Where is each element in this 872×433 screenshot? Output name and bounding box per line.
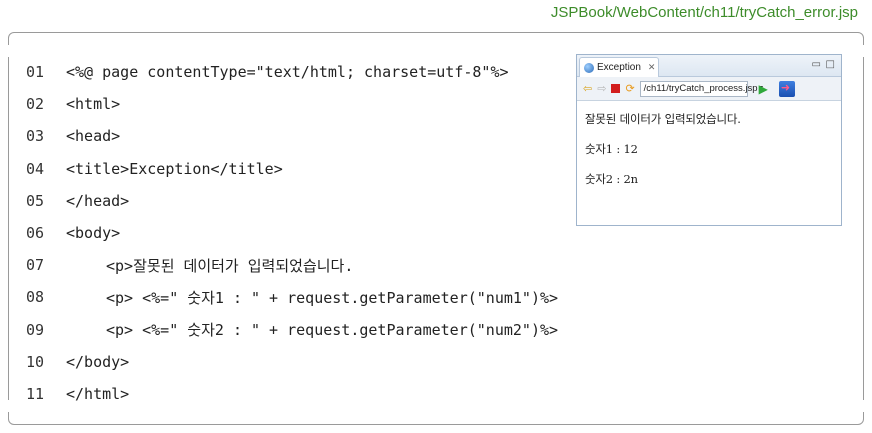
- browser-titlebar: Exception ✕ ▭ □: [577, 55, 841, 77]
- line-text: </head>: [66, 191, 130, 210]
- forward-arrow-icon[interactable]: ⇨: [597, 83, 606, 94]
- line-number: 04: [26, 159, 45, 178]
- globe-icon: [584, 62, 594, 73]
- line-text: <html>: [66, 95, 121, 114]
- line-number: 09: [26, 320, 45, 339]
- browser-tab[interactable]: Exception ✕: [579, 57, 659, 77]
- line-number: 05: [26, 191, 45, 210]
- num1-output: 숫자1 : 12: [585, 142, 638, 156]
- line-number: 11: [26, 384, 45, 403]
- line-text: <p> <%=" 숫자2 : " + request.getParameter(…: [106, 321, 559, 340]
- line-number: 10: [26, 352, 45, 371]
- line-text: <title>Exception</title>: [66, 159, 283, 178]
- line-text: <body>: [66, 224, 121, 243]
- code-line: 08 <p> <%=" 숫자1 : " + request.getParamet…: [26, 281, 558, 313]
- close-icon[interactable]: ✕: [648, 63, 656, 73]
- back-arrow-icon[interactable]: ⇦: [583, 83, 592, 94]
- code-line: 09 <p> <%=" 숫자2 : " + request.getParamet…: [26, 314, 558, 346]
- code-line: 05 </head>: [26, 185, 558, 217]
- code-line: 02 <html>: [26, 88, 558, 120]
- line-number: 03: [26, 127, 45, 146]
- code-line: 01 <%@ page contentType="text/html; char…: [26, 56, 558, 88]
- line-number: 06: [26, 224, 45, 243]
- line-text: </body>: [66, 352, 130, 371]
- stop-icon[interactable]: [611, 84, 621, 93]
- code-line: 11 </html>: [26, 378, 558, 410]
- code-line: 07 <p>잘못된 데이터가 입력되었습니다.: [26, 249, 558, 281]
- line-number: 08: [26, 288, 45, 307]
- line-text: <head>: [66, 127, 121, 146]
- code-line: 04 <title>Exception</title>: [26, 153, 558, 185]
- line-text: </html>: [66, 384, 130, 403]
- error-message: 잘못된 데이터가 입력되었습니다.: [585, 112, 741, 126]
- url-input[interactable]: /ch11/tryCatch_process.jsp ▼: [639, 80, 764, 97]
- browser-content: 잘못된 데이터가 입력되었습니다. 숫자1 : 12 숫자2 : 2n: [577, 101, 841, 211]
- line-number: 02: [26, 95, 45, 114]
- file-path: JSPBook/WebContent/ch11/tryCatch_error.j…: [550, 4, 858, 21]
- browser-toolbar: ⇦ ⇨ ⟳ /ch11/tryCatch_process.jsp ▼ ▶: [577, 77, 841, 101]
- browser-tab-title: Exception: [597, 62, 641, 73]
- code-line: 03 <head>: [26, 120, 558, 152]
- code-line: 10 </body>: [26, 346, 558, 378]
- code-listing: 01 <%@ page contentType="text/html; char…: [26, 56, 558, 410]
- browser-preview-window: Exception ✕ ▭ □ ⇦ ⇨ ⟳ /ch11/tryCatch_pro…: [576, 54, 842, 226]
- line-text: <p> <%=" 숫자1 : " + request.getParameter(…: [106, 288, 559, 307]
- external-browser-icon[interactable]: [778, 80, 795, 97]
- refresh-icon[interactable]: ⟳: [625, 83, 634, 94]
- url-text: /ch11/tryCatch_process.jsp: [643, 83, 758, 94]
- go-play-icon[interactable]: ▶: [759, 83, 768, 95]
- line-number: 01: [26, 63, 45, 82]
- line-text: <%@ page contentType="text/html; charset…: [66, 63, 509, 82]
- code-line: 06 <body>: [26, 217, 558, 249]
- maximize-icon[interactable]: □: [826, 59, 835, 70]
- num2-output: 숫자2 : 2n: [585, 172, 638, 186]
- line-number: 07: [26, 256, 45, 275]
- minimize-icon[interactable]: ▭: [812, 59, 821, 70]
- line-text: <p>잘못된 데이터가 입력되었습니다.: [106, 256, 354, 275]
